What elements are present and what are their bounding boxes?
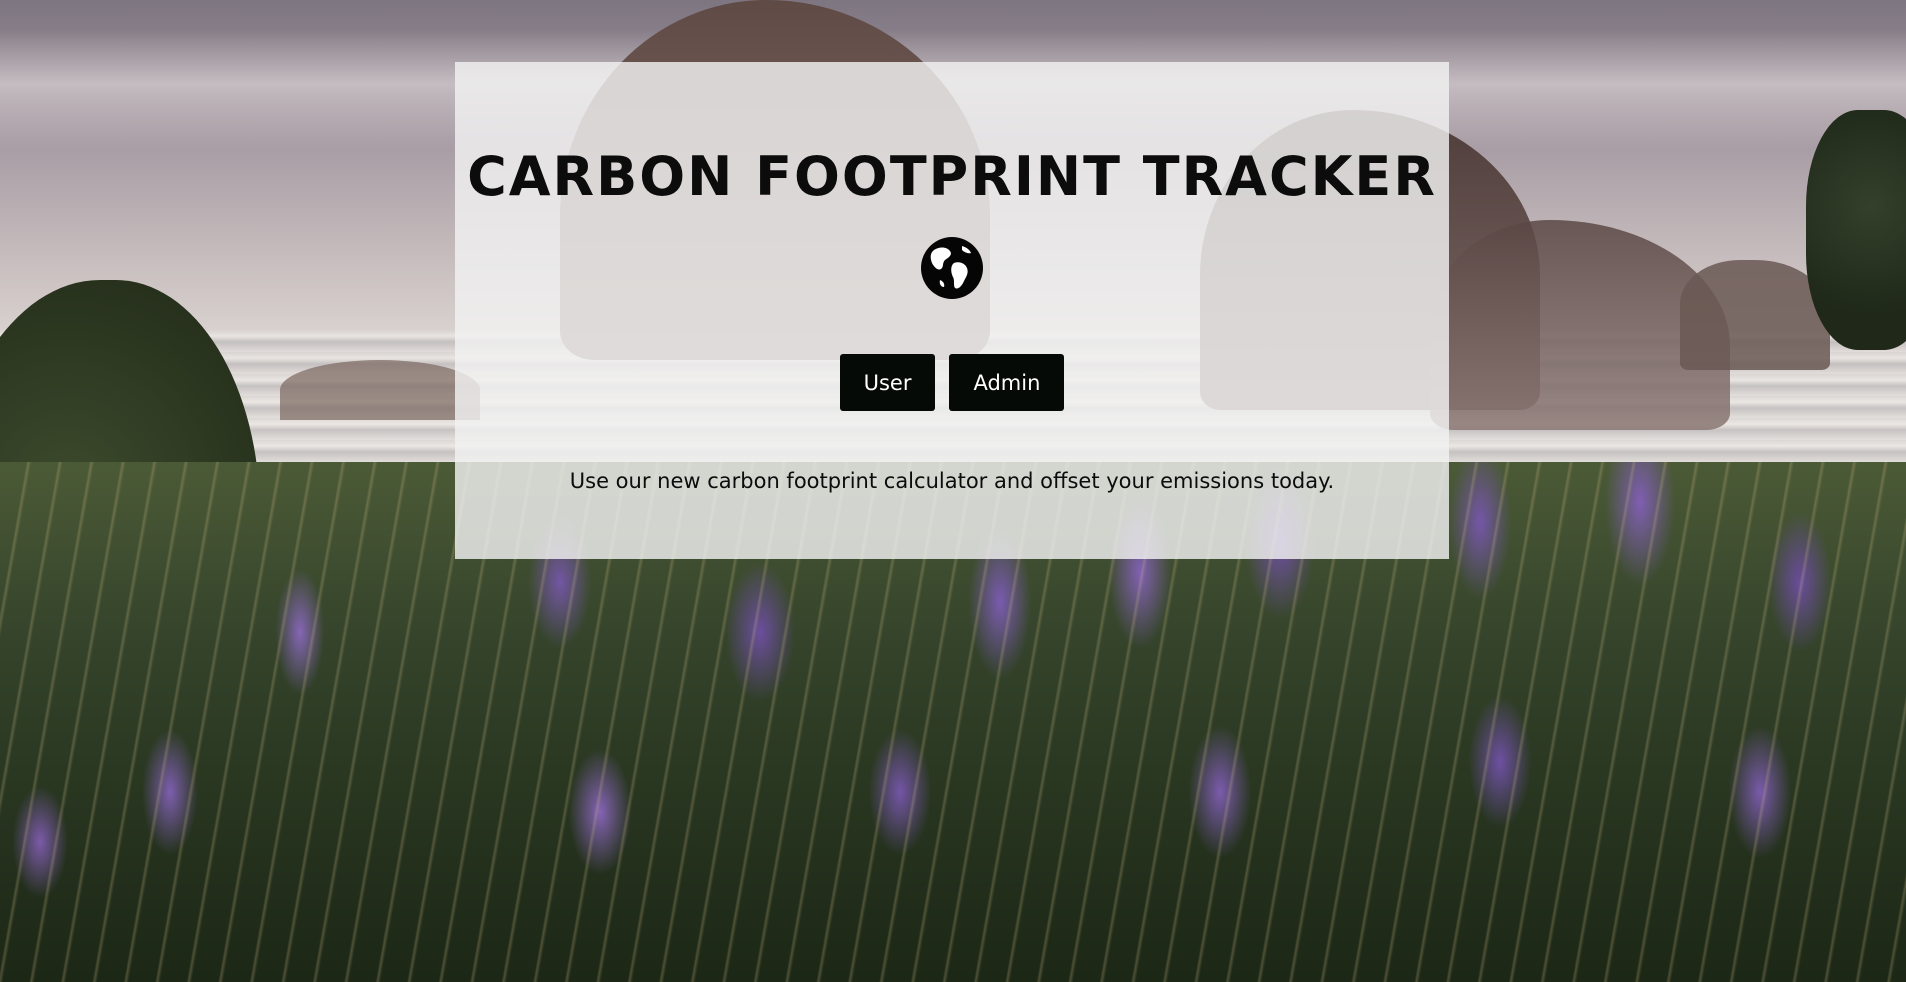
page-title: CARBON FOOTPRINT TRACKER [467, 145, 1437, 208]
role-selector: User Admin [455, 354, 1449, 411]
globe-icon [921, 237, 983, 299]
hero-panel: CARBON FOOTPRINT TRACKER User Admin Use … [455, 62, 1449, 559]
admin-button[interactable]: Admin [949, 354, 1065, 411]
tagline: Use our new carbon footprint calculator … [569, 469, 1335, 493]
user-button[interactable]: User [839, 354, 936, 411]
sea-stack [280, 360, 480, 420]
tree [1806, 110, 1906, 350]
